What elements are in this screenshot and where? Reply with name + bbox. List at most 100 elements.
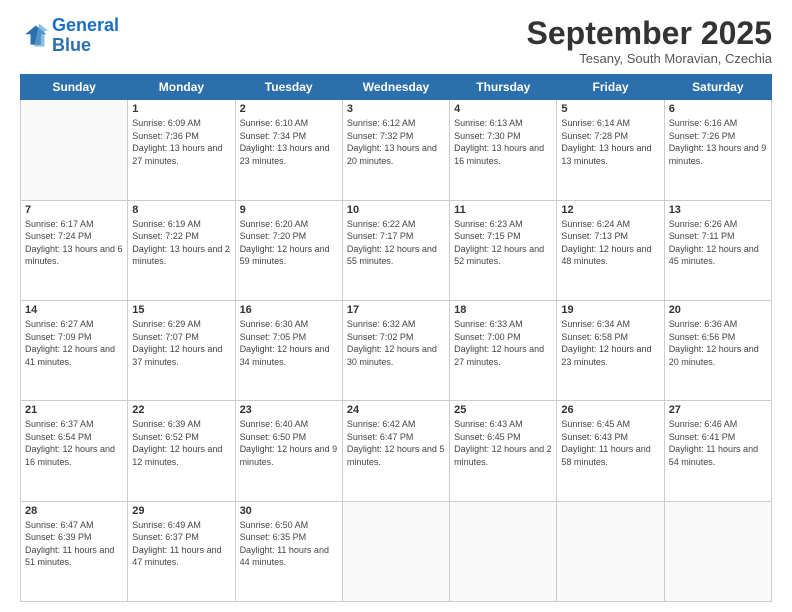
calendar-cell: 17 Sunrise: 6:32 AMSunset: 7:02 PMDayligh… (342, 300, 449, 400)
day-number: 29 (132, 505, 230, 517)
cell-details: Sunrise: 6:32 AMSunset: 7:02 PMDaylight:… (347, 318, 445, 368)
cell-details: Sunrise: 6:14 AMSunset: 7:28 PMDaylight:… (561, 117, 659, 167)
weekday-header: Thursday (450, 75, 557, 100)
calendar-cell: 23Sunrise: 6:40 AMSunset: 6:50 PMDayligh… (235, 401, 342, 501)
cell-details: Sunrise: 6:10 AMSunset: 7:34 PMDaylight:… (240, 117, 338, 167)
calendar-cell (557, 501, 664, 601)
day-number: 1 (132, 103, 230, 115)
calendar-cell: 27 Sunrise: 6:46 AMSunset: 6:41 PMDayligh… (664, 401, 771, 501)
day-number: 28 (25, 505, 123, 517)
cell-details: Sunrise: 6:17 AMSunset: 7:24 PMDaylight:… (25, 218, 123, 268)
cell-details: Sunrise: 6:26 AMSunset: 7:11 PMDaylight:… (669, 218, 767, 268)
calendar-cell: 5 Sunrise: 6:14 AMSunset: 7:28 PMDaylight… (557, 100, 664, 200)
calendar-cell: 18 Sunrise: 6:33 AMSunset: 7:00 PMDayligh… (450, 300, 557, 400)
weekday-header: Monday (128, 75, 235, 100)
day-number: 13 (669, 204, 767, 216)
day-number: 10 (347, 204, 445, 216)
calendar-cell: 22Sunrise: 6:39 AMSunset: 6:52 PMDayligh… (128, 401, 235, 501)
calendar-body: 1 Sunrise: 6:09 AMSunset: 7:36 PMDaylight… (21, 100, 772, 602)
calendar-cell: 15 Sunrise: 6:29 AMSunset: 7:07 PMDayligh… (128, 300, 235, 400)
cell-details: Sunrise: 6:34 AMSunset: 6:58 PMDaylight:… (561, 318, 659, 368)
day-number: 14 (25, 304, 123, 316)
cell-details: Sunrise: 6:13 AMSunset: 7:30 PMDaylight:… (454, 117, 552, 167)
cell-details: Sunrise: 6:24 AMSunset: 7:13 PMDaylight:… (561, 218, 659, 268)
page: General Blue September 2025 Tesany, Sout… (0, 0, 792, 612)
logo: General Blue (20, 16, 119, 56)
calendar-cell: 13 Sunrise: 6:26 AMSunset: 7:11 PMDayligh… (664, 200, 771, 300)
calendar-cell (21, 100, 128, 200)
calendar-cell: 10 Sunrise: 6:22 AMSunset: 7:17 PMDayligh… (342, 200, 449, 300)
calendar-cell: 1 Sunrise: 6:09 AMSunset: 7:36 PMDaylight… (128, 100, 235, 200)
calendar-cell: 16 Sunrise: 6:30 AMSunset: 7:05 PMDayligh… (235, 300, 342, 400)
calendar: SundayMondayTuesdayWednesdayThursdayFrid… (20, 74, 772, 602)
location-subtitle: Tesany, South Moravian, Czechia (527, 51, 772, 66)
cell-details: Sunrise: 6:42 AMSunset: 6:47 PMDaylight:… (347, 418, 445, 468)
day-number: 6 (669, 103, 767, 115)
weekday-header: Saturday (664, 75, 771, 100)
day-number: 26 (561, 404, 659, 416)
calendar-cell: 20Sunrise: 6:36 AMSunset: 6:56 PMDayligh… (664, 300, 771, 400)
day-number: 25 (454, 404, 552, 416)
day-number: 11 (454, 204, 552, 216)
cell-details: Sunrise: 6:43 AMSunset: 6:45 PMDaylight:… (454, 418, 552, 468)
calendar-header: SundayMondayTuesdayWednesdayThursdayFrid… (21, 75, 772, 100)
calendar-cell: 19Sunrise: 6:34 AMSunset: 6:58 PMDayligh… (557, 300, 664, 400)
day-number: 24 (347, 404, 445, 416)
day-number: 12 (561, 204, 659, 216)
cell-details: Sunrise: 6:23 AMSunset: 7:15 PMDaylight:… (454, 218, 552, 268)
cell-details: Sunrise: 6:46 AMSunset: 6:41 PMDaylight:… (669, 418, 767, 468)
calendar-cell: 24 Sunrise: 6:42 AMSunset: 6:47 PMDayligh… (342, 401, 449, 501)
header: General Blue September 2025 Tesany, Sout… (20, 16, 772, 66)
day-number: 9 (240, 204, 338, 216)
day-number: 18 (454, 304, 552, 316)
calendar-cell: 25 Sunrise: 6:43 AMSunset: 6:45 PMDayligh… (450, 401, 557, 501)
calendar-cell: 7 Sunrise: 6:17 AMSunset: 7:24 PMDaylight… (21, 200, 128, 300)
cell-details: Sunrise: 6:45 AMSunset: 6:43 PMDaylight:… (561, 418, 659, 468)
calendar-cell: 6 Sunrise: 6:16 AMSunset: 7:26 PMDaylight… (664, 100, 771, 200)
day-number: 7 (25, 204, 123, 216)
day-number: 4 (454, 103, 552, 115)
logo-line2: Blue (52, 35, 91, 55)
month-title: September 2025 (527, 16, 772, 51)
title-block: September 2025 Tesany, South Moravian, C… (527, 16, 772, 66)
calendar-cell: 28 Sunrise: 6:47 AMSunset: 6:39 PMDayligh… (21, 501, 128, 601)
calendar-cell: 12 Sunrise: 6:24 AMSunset: 7:13 PMDayligh… (557, 200, 664, 300)
day-number: 30 (240, 505, 338, 517)
calendar-cell: 9Sunrise: 6:20 AMSunset: 7:20 PMDaylight… (235, 200, 342, 300)
calendar-cell (342, 501, 449, 601)
calendar-week-row: 28 Sunrise: 6:47 AMSunset: 6:39 PMDayligh… (21, 501, 772, 601)
cell-details: Sunrise: 6:47 AMSunset: 6:39 PMDaylight:… (25, 519, 123, 569)
day-number: 17 (347, 304, 445, 316)
cell-details: Sunrise: 6:40 AMSunset: 6:50 PMDaylight:… (240, 418, 338, 468)
calendar-week-row: 14 Sunrise: 6:27 AMSunset: 7:09 PMDayligh… (21, 300, 772, 400)
cell-details: Sunrise: 6:09 AMSunset: 7:36 PMDaylight:… (132, 117, 230, 167)
weekday-header: Tuesday (235, 75, 342, 100)
cell-details: Sunrise: 6:22 AMSunset: 7:17 PMDaylight:… (347, 218, 445, 268)
day-number: 5 (561, 103, 659, 115)
calendar-cell: 8 Sunrise: 6:19 AMSunset: 7:22 PMDaylight… (128, 200, 235, 300)
cell-details: Sunrise: 6:27 AMSunset: 7:09 PMDaylight:… (25, 318, 123, 368)
cell-details: Sunrise: 6:49 AMSunset: 6:37 PMDaylight:… (132, 519, 230, 569)
cell-details: Sunrise: 6:29 AMSunset: 7:07 PMDaylight:… (132, 318, 230, 368)
day-number: 21 (25, 404, 123, 416)
day-number: 8 (132, 204, 230, 216)
cell-details: Sunrise: 6:19 AMSunset: 7:22 PMDaylight:… (132, 218, 230, 268)
cell-details: Sunrise: 6:33 AMSunset: 7:00 PMDaylight:… (454, 318, 552, 368)
day-number: 27 (669, 404, 767, 416)
calendar-week-row: 7 Sunrise: 6:17 AMSunset: 7:24 PMDaylight… (21, 200, 772, 300)
calendar-cell: 30Sunrise: 6:50 AMSunset: 6:35 PMDayligh… (235, 501, 342, 601)
day-number: 22 (132, 404, 230, 416)
weekday-header: Wednesday (342, 75, 449, 100)
calendar-cell: 4 Sunrise: 6:13 AMSunset: 7:30 PMDaylight… (450, 100, 557, 200)
calendar-cell: 11 Sunrise: 6:23 AMSunset: 7:15 PMDayligh… (450, 200, 557, 300)
calendar-cell: 21 Sunrise: 6:37 AMSunset: 6:54 PMDayligh… (21, 401, 128, 501)
day-number: 16 (240, 304, 338, 316)
day-number: 15 (132, 304, 230, 316)
cell-details: Sunrise: 6:16 AMSunset: 7:26 PMDaylight:… (669, 117, 767, 167)
calendar-cell: 2Sunrise: 6:10 AMSunset: 7:34 PMDaylight… (235, 100, 342, 200)
calendar-cell: 29 Sunrise: 6:49 AMSunset: 6:37 PMDayligh… (128, 501, 235, 601)
calendar-week-row: 1 Sunrise: 6:09 AMSunset: 7:36 PMDaylight… (21, 100, 772, 200)
weekday-row: SundayMondayTuesdayWednesdayThursdayFrid… (21, 75, 772, 100)
cell-details: Sunrise: 6:37 AMSunset: 6:54 PMDaylight:… (25, 418, 123, 468)
cell-details: Sunrise: 6:30 AMSunset: 7:05 PMDaylight:… (240, 318, 338, 368)
